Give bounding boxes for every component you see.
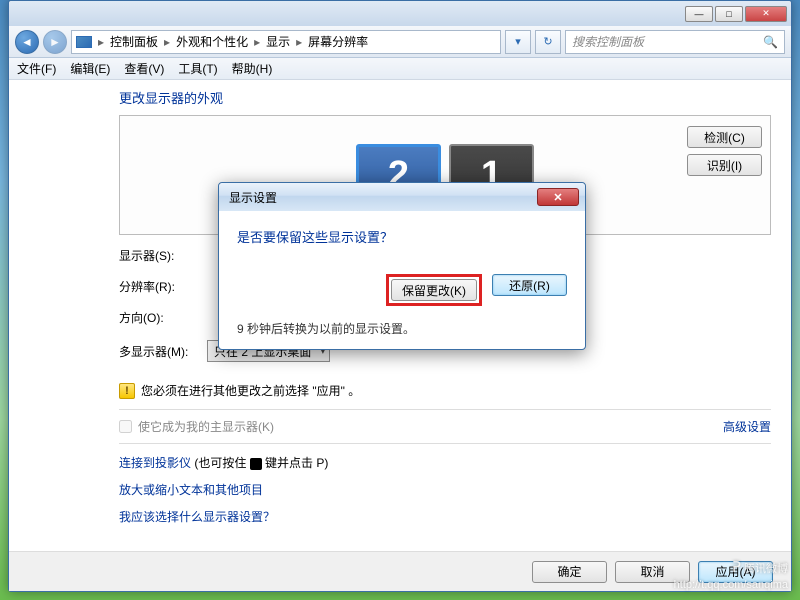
- chevron-right-icon: ▸: [294, 35, 304, 49]
- address-bar[interactable]: ▸ 控制面板 ▸ 外观和个性化 ▸ 显示 ▸ 屏幕分辨率: [71, 30, 501, 54]
- dialog-heading: 是否要保留这些显示设置？: [237, 227, 567, 246]
- control-panel-icon: [76, 36, 92, 48]
- display-settings-dialog: 显示设置 ✕ 是否要保留这些显示设置？ 保留更改(K) 还原(R) 9 秒钟后转…: [218, 182, 586, 350]
- menubar: 文件(F) 编辑(E) 查看(V) 工具(T) 帮助(H): [9, 58, 791, 80]
- link-text: 键并点击 P): [262, 456, 329, 470]
- dialog-close-button[interactable]: ✕: [537, 188, 579, 206]
- titlebar: — □ ✕: [9, 1, 791, 26]
- search-placeholder: 搜索控制面板: [572, 33, 644, 50]
- primary-display-checkbox: [119, 420, 132, 433]
- multi-display-label: 多显示器(M):: [119, 343, 199, 360]
- refresh-button[interactable]: ▾: [505, 30, 531, 54]
- warning-row: ! 您必须在进行其他更改之前选择 "应用" 。: [119, 382, 771, 399]
- chevron-right-icon: ▸: [96, 35, 106, 49]
- breadcrumb-item[interactable]: 外观和个性化: [176, 33, 248, 50]
- orientation-label: 方向(O):: [119, 309, 199, 326]
- which-settings-link[interactable]: 我应该选择什么显示器设置？: [119, 508, 771, 525]
- breadcrumb-item[interactable]: 屏幕分辨率: [308, 33, 368, 50]
- projector-link[interactable]: 连接到投影仪 (也可按住 键并点击 P): [119, 454, 771, 471]
- warning-text: 您必须在进行其他更改之前选择 "应用" 。: [141, 382, 360, 399]
- display-label: 显示器(S):: [119, 247, 199, 264]
- breadcrumb-item[interactable]: 显示: [266, 33, 290, 50]
- chevron-right-icon: ▸: [162, 35, 172, 49]
- watermark-brand: 腾讯微博: [744, 563, 788, 575]
- chevron-right-icon: ▸: [252, 35, 262, 49]
- text-size-link[interactable]: 放大或缩小文本和其他项目: [119, 481, 771, 498]
- minimize-button[interactable]: —: [685, 6, 713, 22]
- page-title: 更改显示器的外观: [119, 88, 771, 107]
- dialog-title: 显示设置: [229, 189, 277, 206]
- breadcrumb-item[interactable]: 控制面板: [110, 33, 158, 50]
- navbar: ◄ ► ▸ 控制面板 ▸ 外观和个性化 ▸ 显示 ▸ 屏幕分辨率 ▾ ↻ 搜索控…: [9, 26, 791, 58]
- keep-changes-button[interactable]: 保留更改(K): [391, 279, 477, 301]
- countdown-text: 9 秒钟后转换为以前的显示设置。: [237, 320, 567, 337]
- search-input[interactable]: 搜索控制面板 🔍: [565, 30, 785, 54]
- identify-button[interactable]: 识别(I): [687, 154, 762, 176]
- warning-icon: !: [119, 383, 135, 399]
- maximize-button[interactable]: □: [715, 6, 743, 22]
- detect-button[interactable]: 检测(C): [687, 126, 762, 148]
- menu-help[interactable]: 帮助(H): [232, 60, 273, 77]
- weibo-icon: ᕈ: [732, 559, 741, 576]
- menu-view[interactable]: 查看(V): [124, 60, 164, 77]
- menu-edit[interactable]: 编辑(E): [70, 60, 110, 77]
- refresh-button[interactable]: ↻: [535, 30, 561, 54]
- watermark: ᕈ 腾讯微博 http://t.qq.com/sanqima: [674, 558, 788, 592]
- revert-button[interactable]: 还原(R): [492, 274, 567, 296]
- link-text: 连接到投影仪: [119, 456, 191, 470]
- search-icon: 🔍: [763, 35, 778, 49]
- dialog-titlebar[interactable]: 显示设置 ✕: [219, 183, 585, 211]
- advanced-settings-link[interactable]: 高级设置: [723, 418, 771, 435]
- link-text: (也可按住: [191, 456, 250, 470]
- menu-file[interactable]: 文件(F): [17, 60, 56, 77]
- watermark-url: http://t.qq.com/sanqima: [674, 579, 788, 591]
- annotation-highlight: 保留更改(K): [386, 274, 482, 306]
- close-button[interactable]: ✕: [745, 6, 787, 22]
- nav-forward-button[interactable]: ►: [43, 30, 67, 54]
- resolution-label: 分辨率(R):: [119, 278, 199, 295]
- menu-tools[interactable]: 工具(T): [178, 60, 217, 77]
- nav-back-button[interactable]: ◄: [15, 30, 39, 54]
- primary-display-label: 使它成为我的主显示器(K): [138, 418, 274, 435]
- windows-key-icon: [250, 458, 262, 470]
- ok-button[interactable]: 确定: [532, 561, 607, 583]
